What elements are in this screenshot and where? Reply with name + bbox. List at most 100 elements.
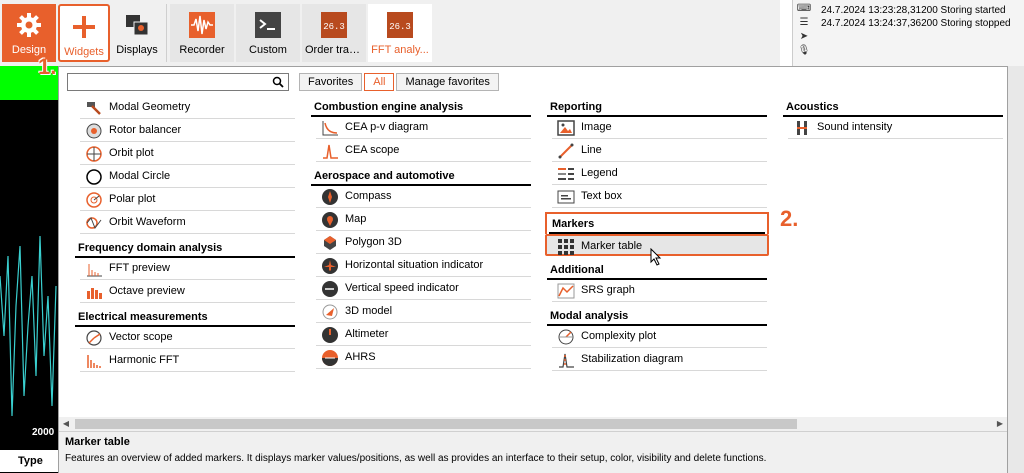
widget-item-label: FFT preview (109, 262, 170, 274)
widget-column-1: Modal Geometry Rotor balancer Orbit plot… (75, 97, 295, 373)
harmonic-fft-icon (87, 355, 101, 368)
scroll-right-icon[interactable]: ▶ (993, 417, 1007, 431)
scroll-left-icon[interactable]: ◀ (59, 417, 73, 431)
widget-item-complexity-plot[interactable]: Complexity plot (552, 326, 767, 348)
widget-item-label: Altimeter (345, 328, 389, 340)
widget-item-rotor-balancer[interactable]: Rotor balancer (80, 120, 295, 142)
pointer-icon[interactable]: ➤ (795, 31, 813, 45)
widget-column-3: Reporting Image Line Legend Text box Mar… (545, 97, 769, 372)
widget-item-horizontal-situation-indicator[interactable]: Horizontal situation indicator (316, 255, 531, 277)
microphone-icon[interactable]: 🎙 (795, 45, 813, 59)
rotor-icon (86, 123, 102, 139)
pv-diagram-icon (322, 121, 338, 136)
widget-description-panel: Marker table Features an overview of add… (59, 431, 1007, 473)
widget-item-text-box[interactable]: Text box (552, 186, 767, 208)
hammer-icon (87, 102, 101, 115)
custom-label: Custom (249, 44, 287, 56)
widget-column-2: Combustion engine analysis CEA p-v diagr… (311, 97, 531, 370)
scrollbar-thumb[interactable] (75, 419, 797, 429)
widget-item-srs-graph[interactable]: SRS graph (552, 280, 767, 302)
order-icon-text: 26.3 (323, 22, 345, 32)
widget-item-cea-pv-diagram[interactable]: CEA p-v diagram (316, 117, 531, 139)
widget-item-stabilization-diagram[interactable]: Stabilization diagram (552, 349, 767, 371)
widget-item-legend[interactable]: Legend (552, 163, 767, 185)
widget-item-polar-plot[interactable]: Polar plot (80, 189, 295, 211)
gear-icon (17, 13, 41, 37)
keyboard-icon[interactable]: ⌨ (795, 3, 813, 17)
widget-item-orbit-plot[interactable]: Orbit plot (80, 143, 295, 165)
horizontal-scrollbar[interactable]: ◀ ▶ (59, 417, 1007, 431)
widget-item-image[interactable]: Image (552, 117, 767, 139)
widget-item-ahrs[interactable]: AHRS (316, 347, 531, 369)
widget-filter-tabs: Favorites All Manage favorites (299, 73, 501, 91)
step-annotation: 1. (38, 54, 57, 79)
widget-item-label: Modal Geometry (109, 101, 191, 113)
widget-item-label: Map (345, 213, 367, 225)
order-label: Order trac... (305, 44, 364, 56)
widget-item-modal-geometry[interactable]: Modal Geometry (80, 97, 295, 119)
mouse-cursor-icon (650, 248, 662, 266)
recorder-icon (189, 12, 215, 38)
widget-item-map[interactable]: Map (316, 209, 531, 231)
widget-item-label: Marker table (581, 240, 643, 252)
recorder-tab[interactable]: Recorder (170, 4, 234, 62)
tab-all[interactable]: All (364, 73, 395, 91)
tab-favorites[interactable]: Favorites (299, 73, 363, 91)
widget-item-line[interactable]: Line (552, 140, 767, 162)
widgets-dropdown: Favorites All Manage favorites Modal Geo… (58, 66, 1008, 473)
widget-item-label: Orbit plot (109, 147, 154, 159)
widget-item-label: Octave preview (109, 285, 185, 297)
complexity-icon (558, 329, 574, 345)
widget-item-label: Vertical speed indicator (345, 282, 459, 294)
widget-item-label: Horizontal situation indicator (345, 259, 484, 271)
category-header: Electrical measurements (75, 307, 295, 327)
digital-display-icon: 26.3 (321, 12, 347, 38)
widget-item-octave-preview[interactable]: Octave preview (80, 281, 295, 303)
widget-search-input[interactable] (67, 73, 289, 91)
status-icons: ⌨ ☰ ➤ 🎙 (795, 3, 813, 59)
widget-item-vertical-speed-indicator[interactable]: Vertical speed indicator (316, 278, 531, 300)
polygon-3d-icon (324, 236, 336, 250)
widget-item-altimeter[interactable]: Altimeter (316, 324, 531, 346)
axis-tick-label: 2000 (32, 427, 55, 438)
orbit-waveform-icon (86, 217, 102, 230)
widget-column-4: Acoustics Sound intensity (783, 97, 1003, 140)
widget-item-sound-intensity[interactable]: Sound intensity (788, 117, 1003, 139)
widget-item-label: 3D model (345, 305, 393, 317)
widget-item-label: Sound intensity (817, 121, 893, 133)
widget-item-label: CEA p-v diagram (345, 121, 429, 133)
attitude-icon (322, 350, 338, 366)
widget-item-cea-scope[interactable]: CEA scope (316, 140, 531, 162)
widget-item-3d-model[interactable]: 3D model (316, 301, 531, 323)
displays-button[interactable]: Displays (112, 4, 162, 62)
widget-item-label: Polar plot (109, 193, 156, 205)
cea-scope-icon (323, 144, 338, 159)
digital-display-icon: 26.3 (387, 12, 413, 38)
category-header: Combustion engine analysis (311, 97, 531, 117)
widget-item-label: Polygon 3D (345, 236, 402, 248)
widgets-button[interactable]: Widgets (58, 4, 110, 62)
category-header: Modal analysis (547, 306, 767, 326)
widget-item-polygon-3d[interactable]: Polygon 3D (316, 232, 531, 254)
tab-manage-favorites[interactable]: Manage favorites (396, 73, 499, 91)
widget-item-label: Legend (581, 167, 618, 179)
fft-icon-text: 26.3 (389, 22, 411, 32)
widget-item-fft-preview[interactable]: FFT preview (80, 258, 295, 280)
widget-item-orbit-waveform[interactable]: Orbit Waveform (80, 212, 295, 234)
widget-item-compass[interactable]: Compass (316, 186, 531, 208)
order-tracking-tab[interactable]: 26.3 Order trac... (302, 4, 366, 62)
widget-item-label: AHRS (345, 351, 376, 363)
polar-icon (86, 192, 102, 208)
widget-item-label: Text box (581, 190, 622, 202)
fft-analysis-tab[interactable]: 26.3 FFT analy... (368, 4, 432, 62)
toolbar-divider (166, 4, 167, 62)
custom-tab[interactable]: Custom (236, 4, 300, 62)
widget-item-harmonic-fft[interactable]: Harmonic FFT (80, 350, 295, 372)
widget-item-label: Stabilization diagram (581, 353, 684, 365)
widget-item-label: Compass (345, 190, 392, 202)
widget-item-vector-scope[interactable]: Vector scope (80, 327, 295, 349)
widget-item-label: Orbit Waveform (109, 216, 186, 228)
list-icon[interactable]: ☰ (795, 17, 813, 31)
widget-item-modal-circle[interactable]: Modal Circle (80, 166, 295, 188)
widget-item-label: Image (581, 121, 612, 133)
